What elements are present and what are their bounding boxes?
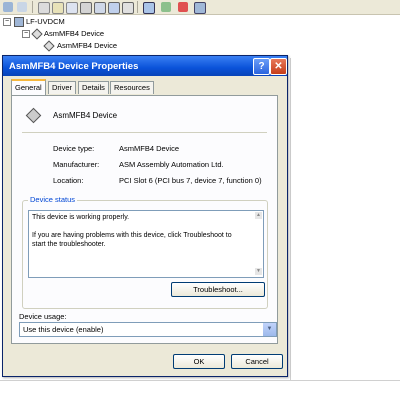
tree-item-device-class[interactable]: AsmMFB4 Device: [44, 29, 104, 38]
chevron-down-icon[interactable]: ▼: [263, 323, 276, 336]
uninstall-icon[interactable]: [178, 2, 188, 12]
title-bar[interactable]: AsmMFB4 Device Properties ? ✕: [3, 56, 287, 76]
device-type-label: Device type:: [53, 144, 95, 153]
status-line: This device is working properly.: [32, 214, 130, 221]
scroll-up-arrow-icon[interactable]: ▲: [255, 212, 262, 219]
location-label: Location:: [53, 176, 84, 185]
device-status-group: Device status This device is working pro…: [22, 195, 268, 309]
location-value: PCI Slot 6 (PCI bus 7, device 7, functio…: [119, 176, 262, 185]
toolbar-separator: [32, 1, 33, 13]
print-icon[interactable]: [80, 2, 92, 14]
cancel-button[interactable]: Cancel: [231, 354, 283, 369]
pane-border: [290, 58, 291, 380]
device-usage-value: Use this device (enable): [23, 325, 104, 334]
help-icon[interactable]: [66, 2, 78, 14]
properties-dialog: AsmMFB4 Device Properties ? ✕ General Dr…: [2, 55, 288, 377]
view-icon[interactable]: [38, 2, 50, 14]
manufacturer-label: Manufacturer:: [53, 160, 100, 169]
update-driver-icon[interactable]: [161, 2, 171, 12]
window-title: AsmMFB4 Device Properties: [9, 61, 139, 72]
back-arrow-icon[interactable]: [3, 2, 13, 12]
close-button[interactable]: ✕: [270, 58, 287, 75]
tree-item-device[interactable]: AsmMFB4 Device: [57, 41, 117, 50]
forward-arrow-icon[interactable]: [17, 2, 27, 12]
window-icon[interactable]: [108, 2, 120, 14]
divider: [22, 132, 267, 133]
manufacturer-value: ASM Assembly Automation Ltd.: [119, 160, 224, 169]
device-usage-label: Device usage:: [19, 312, 67, 321]
device-type-value: AsmMFB4 Device: [119, 144, 180, 153]
device-name: AsmMFB4 Device: [53, 111, 118, 120]
ok-button[interactable]: OK: [173, 354, 225, 369]
device-usage-select[interactable]: Use this device (enable) ▼: [19, 322, 277, 337]
scan-hardware-icon[interactable]: [143, 2, 155, 14]
properties-icon[interactable]: [52, 2, 64, 14]
device-status-text[interactable]: This device is working properly. If you …: [28, 210, 264, 278]
device-status-title: Device status: [28, 195, 78, 204]
device-icon: [43, 40, 55, 52]
status-line: start the troubleshooter.: [32, 241, 106, 248]
general-tab-panel: AsmMFB4 Device Device type: AsmMFB4 Devi…: [11, 95, 278, 344]
device-icon: [25, 107, 42, 124]
device-class-icon: [31, 28, 43, 40]
tab-resources[interactable]: Resources: [110, 81, 154, 94]
tab-details[interactable]: Details: [78, 81, 109, 94]
status-bar-border: [0, 380, 400, 381]
device-icon[interactable]: [94, 2, 106, 14]
troubleshoot-button[interactable]: Troubleshoot...: [171, 282, 265, 297]
status-line: If you are having problems with this dev…: [32, 232, 232, 239]
list-icon[interactable]: [122, 2, 134, 14]
tree-item-computer[interactable]: LF-UVDCM: [26, 17, 65, 26]
expand-toggle[interactable]: −: [3, 18, 11, 26]
tab-general[interactable]: General: [11, 79, 46, 96]
tab-driver[interactable]: Driver: [48, 81, 76, 94]
scroll-down-arrow-icon[interactable]: ▼: [255, 268, 262, 275]
device-manager-toolbar: [0, 0, 400, 15]
help-button[interactable]: ?: [253, 58, 270, 75]
toolbar-separator: [137, 1, 138, 13]
expand-toggle[interactable]: −: [22, 30, 30, 38]
disable-icon[interactable]: [194, 2, 206, 14]
computer-icon: [14, 17, 24, 27]
